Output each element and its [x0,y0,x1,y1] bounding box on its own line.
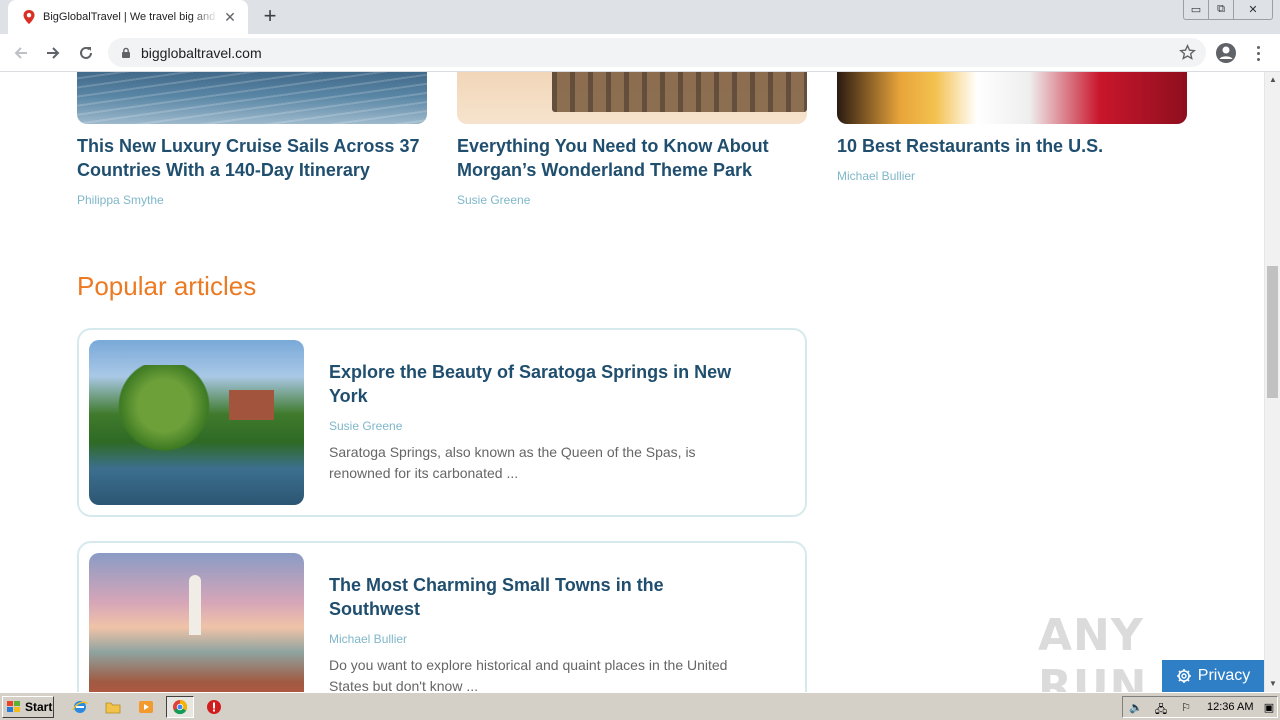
back-button[interactable] [8,40,34,66]
article-author-link[interactable]: Susie Greene [457,193,530,207]
popular-article-card[interactable]: The Most Charming Small Towns in the Sou… [77,541,807,692]
page-scrollbar[interactable]: ▲ ▼ [1264,72,1280,692]
windows-logo-icon [7,701,20,712]
address-bar[interactable]: bigglobaltravel.com [108,38,1206,67]
page-viewport: This New Luxury Cruise Sails Across 37 C… [0,72,1264,692]
reload-icon [80,46,92,59]
popular-articles-heading: Popular articles [77,271,257,301]
article-title-link[interactable]: Everything You Need to Know About Morgan… [457,134,807,182]
windows-taskbar: Start 🔈 🖧 ⚐ 12:36 AM ▣ [0,692,1280,720]
browser-menu-button[interactable] [1250,42,1266,64]
file-explorer-icon[interactable] [103,697,123,717]
article-title-link[interactable]: This New Luxury Cruise Sails Across 37 C… [77,134,427,182]
article-title-link[interactable]: 10 Best Restaurants in the U.S. [837,134,1187,158]
flag-icon[interactable]: ⚐ [1178,701,1194,715]
forward-button[interactable] [40,40,66,66]
article-image-restaurants[interactable] [837,72,1187,124]
system-tray: 🔈 🖧 ⚐ 12:36 AM ▣ [1122,696,1278,718]
location-pin-icon [23,10,35,24]
arrow-left-icon [14,47,27,59]
privacy-button[interactable]: Privacy [1162,660,1264,692]
lock-icon [122,47,130,58]
scroll-up-arrow-icon[interactable]: ▲ [1265,72,1280,88]
start-label: Start [25,700,53,714]
scrollbar-thumb[interactable] [1267,266,1278,398]
browser-tab[interactable]: BigGlobalTravel | We travel big and c ✕ [8,0,248,34]
popular-article-excerpt: Do you want to explore historical and qu… [329,657,728,692]
close-window-button[interactable]: ✕ [1233,0,1273,20]
media-player-icon[interactable] [136,697,156,717]
show-desktop-icon[interactable]: ▣ [1261,701,1277,715]
privacy-label: Privacy [1197,667,1251,684]
reload-button[interactable] [73,40,99,66]
article-image-theme-park[interactable] [457,72,807,124]
start-button[interactable]: Start [2,696,54,718]
popular-article-card[interactable]: Explore the Beauty of Saratoga Springs i… [77,328,807,517]
popular-article-author[interactable]: Michael Bullier [329,632,407,646]
url-text: bigglobaltravel.com [141,44,262,61]
article-author-link[interactable]: Michael Bullier [837,169,915,183]
popular-article-excerpt: Saratoga Springs, also known as the Quee… [329,444,696,481]
browser-toolbar: bigglobaltravel.com [0,34,1280,72]
article-author-link[interactable]: Philippa Smythe [77,193,164,207]
profile-avatar-icon[interactable] [1214,41,1238,65]
scroll-down-arrow-icon[interactable]: ▼ [1265,676,1280,692]
tab-title: BigGlobalTravel | We travel big and c [43,11,218,23]
article-thumbnail[interactable] [89,340,304,505]
tab-close-icon[interactable]: ✕ [222,9,238,26]
bookmark-star-icon[interactable] [1179,44,1196,61]
stop-sign-icon[interactable] [204,697,224,717]
popular-article-author[interactable]: Susie Greene [329,419,402,433]
new-tab-button[interactable]: + [258,5,282,29]
article-image-cruise[interactable] [77,72,427,124]
popular-article-title[interactable]: Explore the Beauty of Saratoga Springs i… [329,360,759,408]
maximize-button[interactable]: ⧉ [1208,0,1234,20]
internet-explorer-icon[interactable] [70,697,90,717]
minimize-button[interactable]: ▭ [1183,0,1209,20]
volume-icon[interactable]: 🔈 [1128,701,1144,715]
gear-icon [1176,669,1191,683]
tab-strip: BigGlobalTravel | We travel big and c ✕ … [0,0,1280,34]
taskbar-clock: 12:36 AM [1207,701,1254,713]
arrow-right-icon [47,47,60,59]
chrome-taskbar-icon[interactable] [166,696,194,718]
network-icon[interactable]: 🖧 [1153,701,1169,716]
popular-article-title[interactable]: The Most Charming Small Towns in the Sou… [329,573,759,621]
article-thumbnail[interactable] [89,553,304,692]
